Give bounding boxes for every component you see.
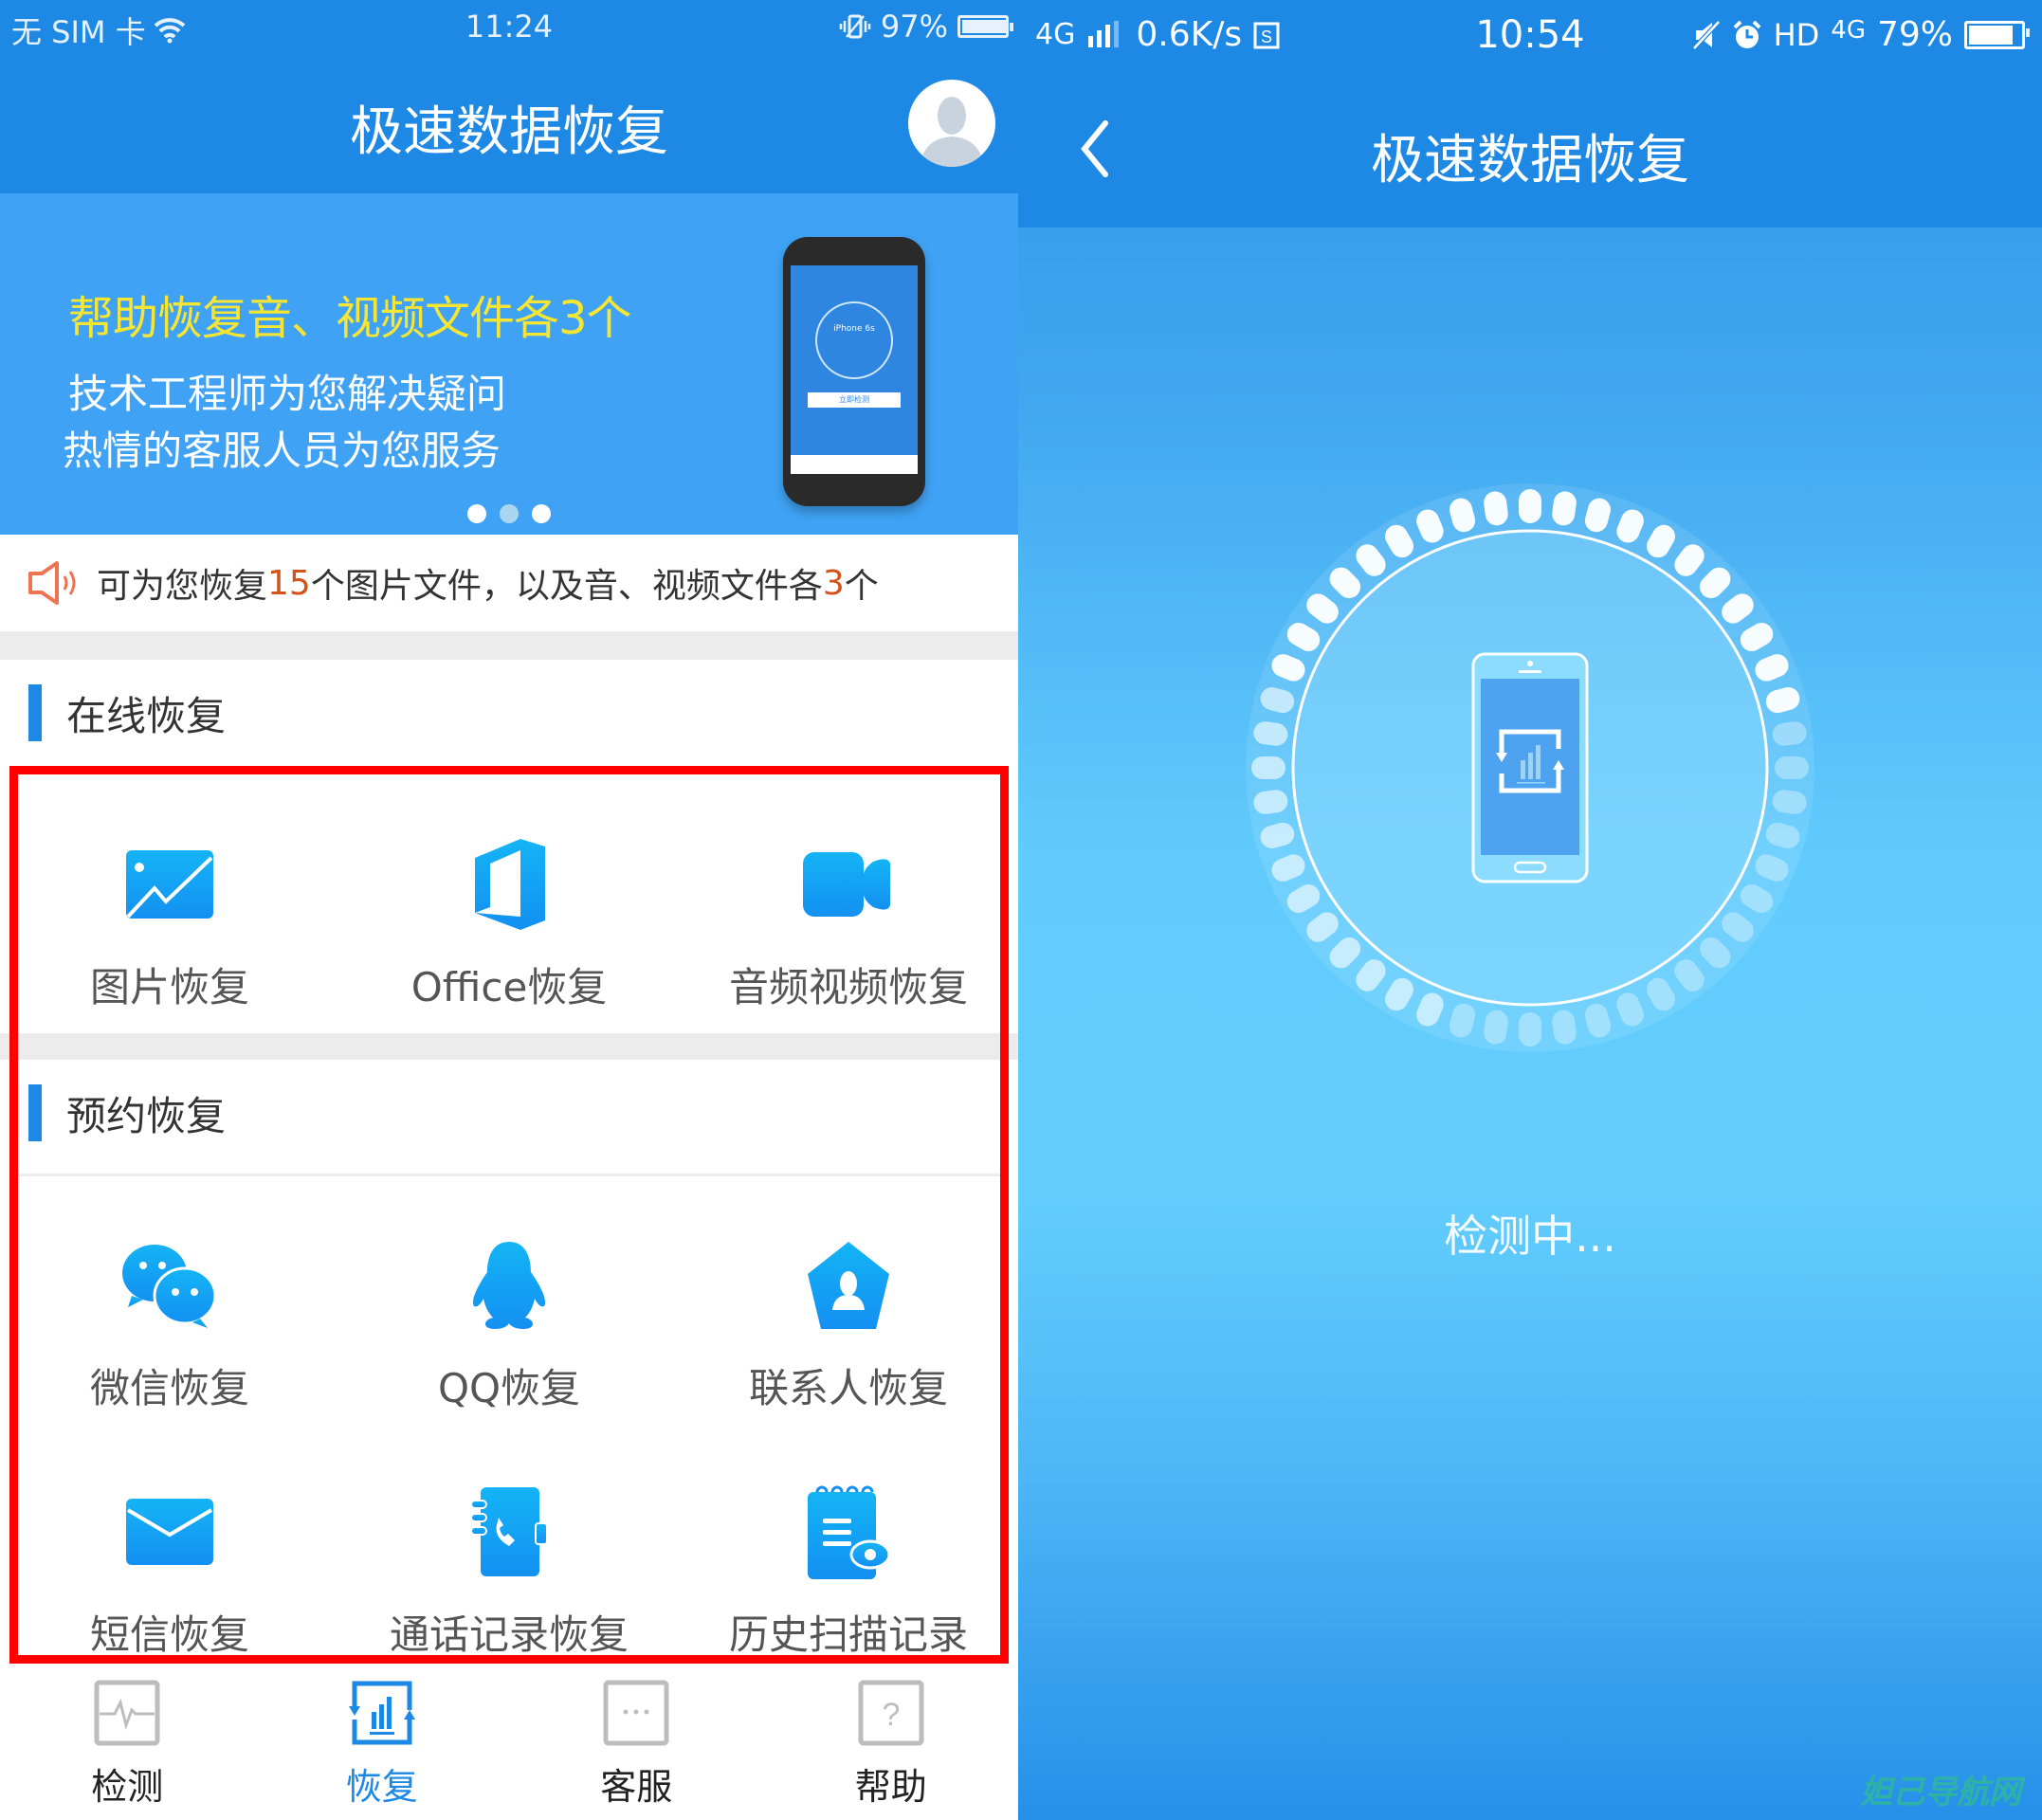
promo-banner[interactable]: 帮助恢复音、视频文件各3个 技术工程师为您解决疑问 热情的客服人员为您服务 iP… — [0, 193, 1018, 535]
qq-penguin-icon — [472, 1242, 546, 1329]
online-recovery-grid: 图片恢复 Office恢复 音频视频恢复 — [0, 766, 1018, 1033]
page-title: 极速数据恢复 — [350, 101, 668, 163]
wechat-recovery-button[interactable]: 微信恢复 — [0, 1233, 339, 1432]
battery-icon — [957, 15, 1013, 38]
tab-label: 检测 — [91, 1766, 164, 1808]
item-label: 图片恢复 — [89, 964, 249, 1010]
scan-history-icon — [808, 1485, 889, 1579]
status-bar: 4G 0.6K/s S 10:54 HD 4G 79% — [1018, 0, 2042, 68]
item-label: 短信恢复 — [89, 1611, 249, 1658]
carousel-dot[interactable] — [532, 504, 551, 523]
scan-tick — [1519, 489, 1541, 523]
item-label: 音频视频恢复 — [728, 964, 968, 1010]
section-gap — [0, 1033, 1018, 1060]
contact-icon — [808, 1242, 889, 1329]
notice-text: 可为您恢复 — [97, 567, 268, 606]
carousel-dot[interactable] — [467, 504, 486, 523]
office-icon — [475, 839, 545, 930]
tab-label: 恢复 — [345, 1766, 418, 1808]
section-gap — [0, 631, 1018, 660]
envelope-icon — [126, 1499, 213, 1565]
appointment-recovery-grid-row-1: 微信恢复 QQ恢复 联系人恢复 — [0, 1176, 1018, 1432]
user-avatar-icon[interactable] — [908, 80, 995, 167]
scan-history-button[interactable]: 历史扫描记录 — [679, 1480, 1018, 1664]
app-header: 极速数据恢复 — [1018, 68, 2042, 228]
video-recovery-button[interactable]: 音频视频恢复 — [679, 832, 1018, 1033]
banner-headline: 帮助恢复音、视频文件各3个 — [68, 292, 632, 345]
mock-detect-button: 立即检测 — [808, 392, 901, 408]
bottom-tab-bar: 检测 恢复 客服 ? 帮助 — [0, 1668, 1018, 1820]
call-log-recovery-button[interactable]: 通话记录恢复 — [339, 1480, 679, 1664]
section-title: 预约恢复 — [66, 1092, 227, 1139]
app-header: 极速数据恢复 — [0, 55, 1018, 193]
notice-text: 个图片文件，以及音、视频文件各 — [310, 567, 823, 606]
battery-percent: 97% — [880, 9, 948, 45]
wechat-icon — [122, 1245, 217, 1328]
photo-count: 15 — [267, 563, 311, 603]
carousel-dot-active[interactable] — [500, 504, 519, 523]
hd-label: HD — [1773, 16, 1820, 53]
carousel-indicator — [0, 504, 1018, 523]
recovery-notice: 可为您恢复 15 个图片文件，以及音、视频文件各 3 个 — [0, 535, 1018, 631]
alarm-icon — [1733, 20, 1760, 48]
contacts-recovery-button[interactable]: 联系人恢复 — [679, 1233, 1018, 1432]
recover-chart-icon — [348, 1681, 415, 1745]
phone-mockup-image: iPhone 6s 立即检测 — [783, 237, 925, 506]
battery-icon — [1964, 20, 2030, 49]
watermark: 妲己导航网 — [1860, 1774, 2021, 1811]
section-header-online: 在线恢复 — [0, 660, 1018, 766]
item-label: 微信恢复 — [89, 1365, 249, 1411]
scan-progress-ring — [1246, 483, 1814, 1052]
appointment-recovery-grid-row-2: 短信恢复 通话记录恢复 历史扫描记录 — [0, 1432, 1018, 1664]
image-recovery-button[interactable]: 图片恢复 — [0, 832, 339, 1033]
tab-label: 客服 — [600, 1766, 673, 1808]
svg-text:?: ? — [882, 1697, 900, 1733]
image-icon — [126, 850, 213, 919]
banner-line-2: 热情的客服人员为您服务 — [63, 428, 501, 474]
pulse-icon — [94, 1680, 160, 1746]
mute-icon — [1691, 19, 1721, 50]
banner-line-1: 技术工程师为您解决疑问 — [68, 371, 507, 417]
item-label: 联系人恢复 — [748, 1365, 948, 1411]
tab-recover[interactable]: 恢复 — [255, 1668, 510, 1820]
chat-dots-icon — [603, 1680, 669, 1746]
call-log-icon — [471, 1487, 547, 1576]
network-type-2: 4G — [1831, 15, 1866, 45]
phone-scan-icon — [1471, 652, 1589, 883]
video-camera-icon — [803, 852, 890, 917]
sms-recovery-button[interactable]: 短信恢复 — [0, 1480, 339, 1664]
tab-detect[interactable]: 检测 — [0, 1668, 255, 1820]
qq-recovery-button[interactable]: QQ恢复 — [339, 1233, 679, 1432]
right-screen: 4G 0.6K/s S 10:54 HD 4G 79% 极速数据恢复 检测中..… — [1018, 0, 2042, 1820]
tab-label: 帮助 — [854, 1766, 927, 1808]
item-label: QQ恢复 — [437, 1365, 581, 1411]
item-label: 通话记录恢复 — [389, 1611, 629, 1658]
item-label: 历史扫描记录 — [728, 1611, 968, 1658]
section-header-appointment: 预约恢复 — [0, 1060, 1018, 1166]
scan-tick — [1775, 756, 1809, 779]
office-recovery-button[interactable]: Office恢复 — [339, 832, 679, 1033]
left-screen: 无 SIM 卡 11:24 97% 极速数据恢复 帮助恢复音、视频文件各3个 技… — [0, 0, 1018, 1820]
mock-device-name: iPhone 6s — [815, 301, 893, 379]
tab-help[interactable]: ? 帮助 — [764, 1668, 1019, 1820]
scan-status-text: 检测中... — [1444, 1210, 1616, 1262]
battery-percent: 79% — [1876, 15, 1953, 54]
scan-tick — [1519, 1012, 1541, 1046]
help-question-icon: ? — [858, 1680, 924, 1746]
section-title: 在线恢复 — [66, 692, 227, 739]
speaker-icon — [28, 561, 76, 605]
tab-service[interactable]: 客服 — [509, 1668, 764, 1820]
scan-tick — [1251, 756, 1285, 779]
item-label: Office恢复 — [410, 964, 608, 1010]
notice-text: 个 — [844, 567, 879, 606]
page-title: 极速数据恢复 — [1371, 130, 1689, 191]
vibrate-icon — [839, 14, 871, 39]
media-count: 3 — [822, 563, 845, 603]
status-bar: 无 SIM 卡 11:24 97% — [0, 0, 1018, 55]
